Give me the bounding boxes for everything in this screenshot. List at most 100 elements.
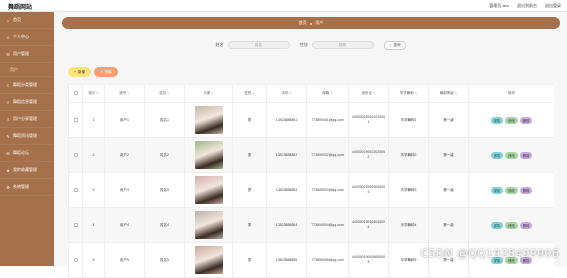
remove-button[interactable]: 删除 (519, 221, 533, 229)
sidebar: ⌂ 首页 ☺ 个人中心 ☰ 用户管理 用户 ≡ 舞蹈分类管理 ≡ 舞蹈信息管理 ⇪ 用户分享管理 ✎ 舞蹈资… (0, 12, 54, 266)
sidebar-item-5[interactable]: ≡ 舞蹈信息管理 (0, 94, 54, 111)
search-button-label: 查询 (393, 42, 401, 47)
delete-button[interactable]: ✕ 删除 (94, 67, 118, 77)
sort-icon[interactable]: ⇅ (166, 91, 170, 95)
gear-icon: ⚙ (6, 184, 10, 190)
view-button[interactable]: 详情 (490, 116, 504, 124)
edit-button[interactable]: 修改 (505, 116, 518, 124)
cell-dance: 乐学舞种1 (388, 102, 429, 138)
sidebar-item-10[interactable]: ⚙ 系统管理 (0, 179, 54, 196)
sort-icon[interactable]: ⇅ (329, 91, 333, 95)
column-header-3: 姓名 ⇅ (144, 84, 185, 103)
cell-gender: 男 (232, 242, 267, 278)
plus-icon: + (74, 70, 77, 74)
sidebar-item-0[interactable]: ⌂ 首页 (0, 12, 54, 29)
site-brand: 舞蹈网站 (8, 5, 33, 11)
avatar-cell (184, 172, 233, 208)
sidebar-item-9[interactable]: ★ 我的收藏管理 (0, 162, 54, 179)
view-button[interactable]: 详情 (490, 151, 504, 159)
row-checkbox[interactable] (73, 257, 78, 262)
logout-link[interactable]: 退出登录 (545, 3, 561, 9)
remove-button[interactable]: 删除 (519, 116, 533, 124)
view-button[interactable]: 详情 (490, 186, 504, 194)
cell-email: 773890005@qq.com (306, 242, 349, 278)
add-button[interactable]: + 新增 (68, 67, 92, 77)
sidebar-item-2[interactable]: ☰ 用户管理 (0, 46, 54, 63)
row-select-cell (68, 242, 83, 278)
cell-email: 773890004@qq.com (306, 207, 349, 243)
operations-cell: 详情 修改 删除 (468, 172, 554, 208)
column-header-11: 操作 (468, 84, 554, 103)
top-bar: 舞蹈网站 管理员 abo 退出到前台 退出登录 (0, 0, 567, 12)
sort-icon[interactable]: ⇅ (454, 91, 458, 95)
sidebar-item-label: 系统管理 (13, 184, 29, 189)
home-icon: ⌂ (6, 17, 10, 23)
sidebar-item-label: 舞蹈信息管理 (13, 99, 37, 104)
avatar-cell (184, 207, 233, 243)
row-checkbox[interactable] (73, 222, 78, 227)
sort-icon[interactable]: ⇅ (372, 91, 376, 95)
sort-icon[interactable]: ⇅ (126, 91, 130, 95)
sidebar-item-6[interactable]: ⇪ 用户分享管理 (0, 111, 54, 128)
back-to-front-link[interactable]: 退出到前台 (517, 3, 537, 9)
sort-icon[interactable]: ⇅ (210, 91, 214, 95)
edit-button[interactable]: 修改 (505, 151, 518, 159)
column-header-5: 性别 ⇅ (232, 84, 267, 103)
cell-dance: 乐学舞种2 (388, 137, 429, 173)
view-button[interactable]: 详情 (490, 221, 504, 229)
cell-name: 姓名2 (144, 137, 185, 173)
row-checkbox[interactable] (73, 117, 78, 122)
avatar (194, 140, 223, 169)
cell-account: 用户5 (104, 242, 145, 278)
delete-button-label: 删除 (104, 69, 112, 74)
star-icon: ★ (6, 167, 10, 173)
cell-email: 773890002@qq.com (306, 137, 349, 173)
cell-gender: 男 (232, 172, 267, 208)
row-select-cell (68, 137, 83, 173)
edit-button[interactable]: 修改 (505, 221, 518, 229)
sidebar-item-8[interactable]: ✉ 舞蹈论坛 (0, 145, 54, 162)
sidebar-item-3[interactable]: 用户 (0, 63, 54, 77)
sidebar-item-label: 舞蹈论坛 (13, 150, 29, 155)
cell-id: 440300199102020002 (348, 137, 389, 173)
list-icon: ≡ (6, 82, 10, 88)
row-select-cell (68, 172, 83, 208)
search-button[interactable]: ⌕ 查询 (383, 40, 407, 50)
sidebar-item-1[interactable]: ☺ 个人中心 (0, 29, 54, 46)
row-checkbox[interactable] (73, 187, 78, 192)
cell-account: 用户2 (104, 137, 145, 173)
select-all-checkbox[interactable] (73, 91, 78, 95)
column-header-7: 邮箱 ⇅ (306, 84, 349, 103)
share-icon: ⇪ (6, 116, 10, 122)
avatar (194, 245, 223, 274)
cell-phone: 13823888885 (266, 242, 307, 278)
cell-level: 第一级 (428, 137, 469, 173)
sort-icon[interactable]: ⇅ (95, 91, 99, 95)
cell-account: 用户4 (104, 207, 145, 243)
column-header-0[interactable] (68, 84, 83, 103)
row-checkbox[interactable] (73, 152, 78, 157)
sort-icon[interactable]: ⇅ (414, 91, 418, 95)
admin-user-link[interactable]: 管理员 abo (489, 3, 509, 9)
cell-level: 第一级 (428, 207, 469, 243)
operations-cell: 详情 修改 删除 (468, 207, 554, 243)
name-search-input[interactable]: 姓名 (227, 41, 290, 49)
avatar (194, 105, 223, 134)
breadcrumb-home[interactable]: 首页 (299, 20, 307, 26)
sort-icon[interactable]: ⇅ (288, 91, 292, 95)
sidebar-item-label: 首页 (13, 17, 21, 22)
sort-icon[interactable]: ⇅ (251, 91, 255, 95)
column-header-2: 账号 ⇅ (104, 84, 145, 103)
column-header-10: 舞蹈等级 ⇅ (428, 84, 469, 103)
cell-gender: 男 (232, 102, 267, 138)
breadcrumb-current: 用户 (315, 20, 324, 25)
gender-search-input[interactable]: 性别 (311, 41, 374, 49)
edit-button[interactable]: 修改 (505, 186, 518, 194)
column-header-8: 身份证 ⇅ (348, 84, 389, 103)
trash-icon: ✕ (100, 70, 103, 74)
remove-button[interactable]: 删除 (519, 151, 533, 159)
remove-button[interactable]: 删除 (519, 186, 533, 194)
sidebar-item-4[interactable]: ≡ 舞蹈分类管理 (0, 77, 54, 94)
sidebar-item-label: 用户分享管理 (13, 116, 37, 121)
sidebar-item-7[interactable]: ✎ 舞蹈资讯管理 (0, 128, 54, 145)
